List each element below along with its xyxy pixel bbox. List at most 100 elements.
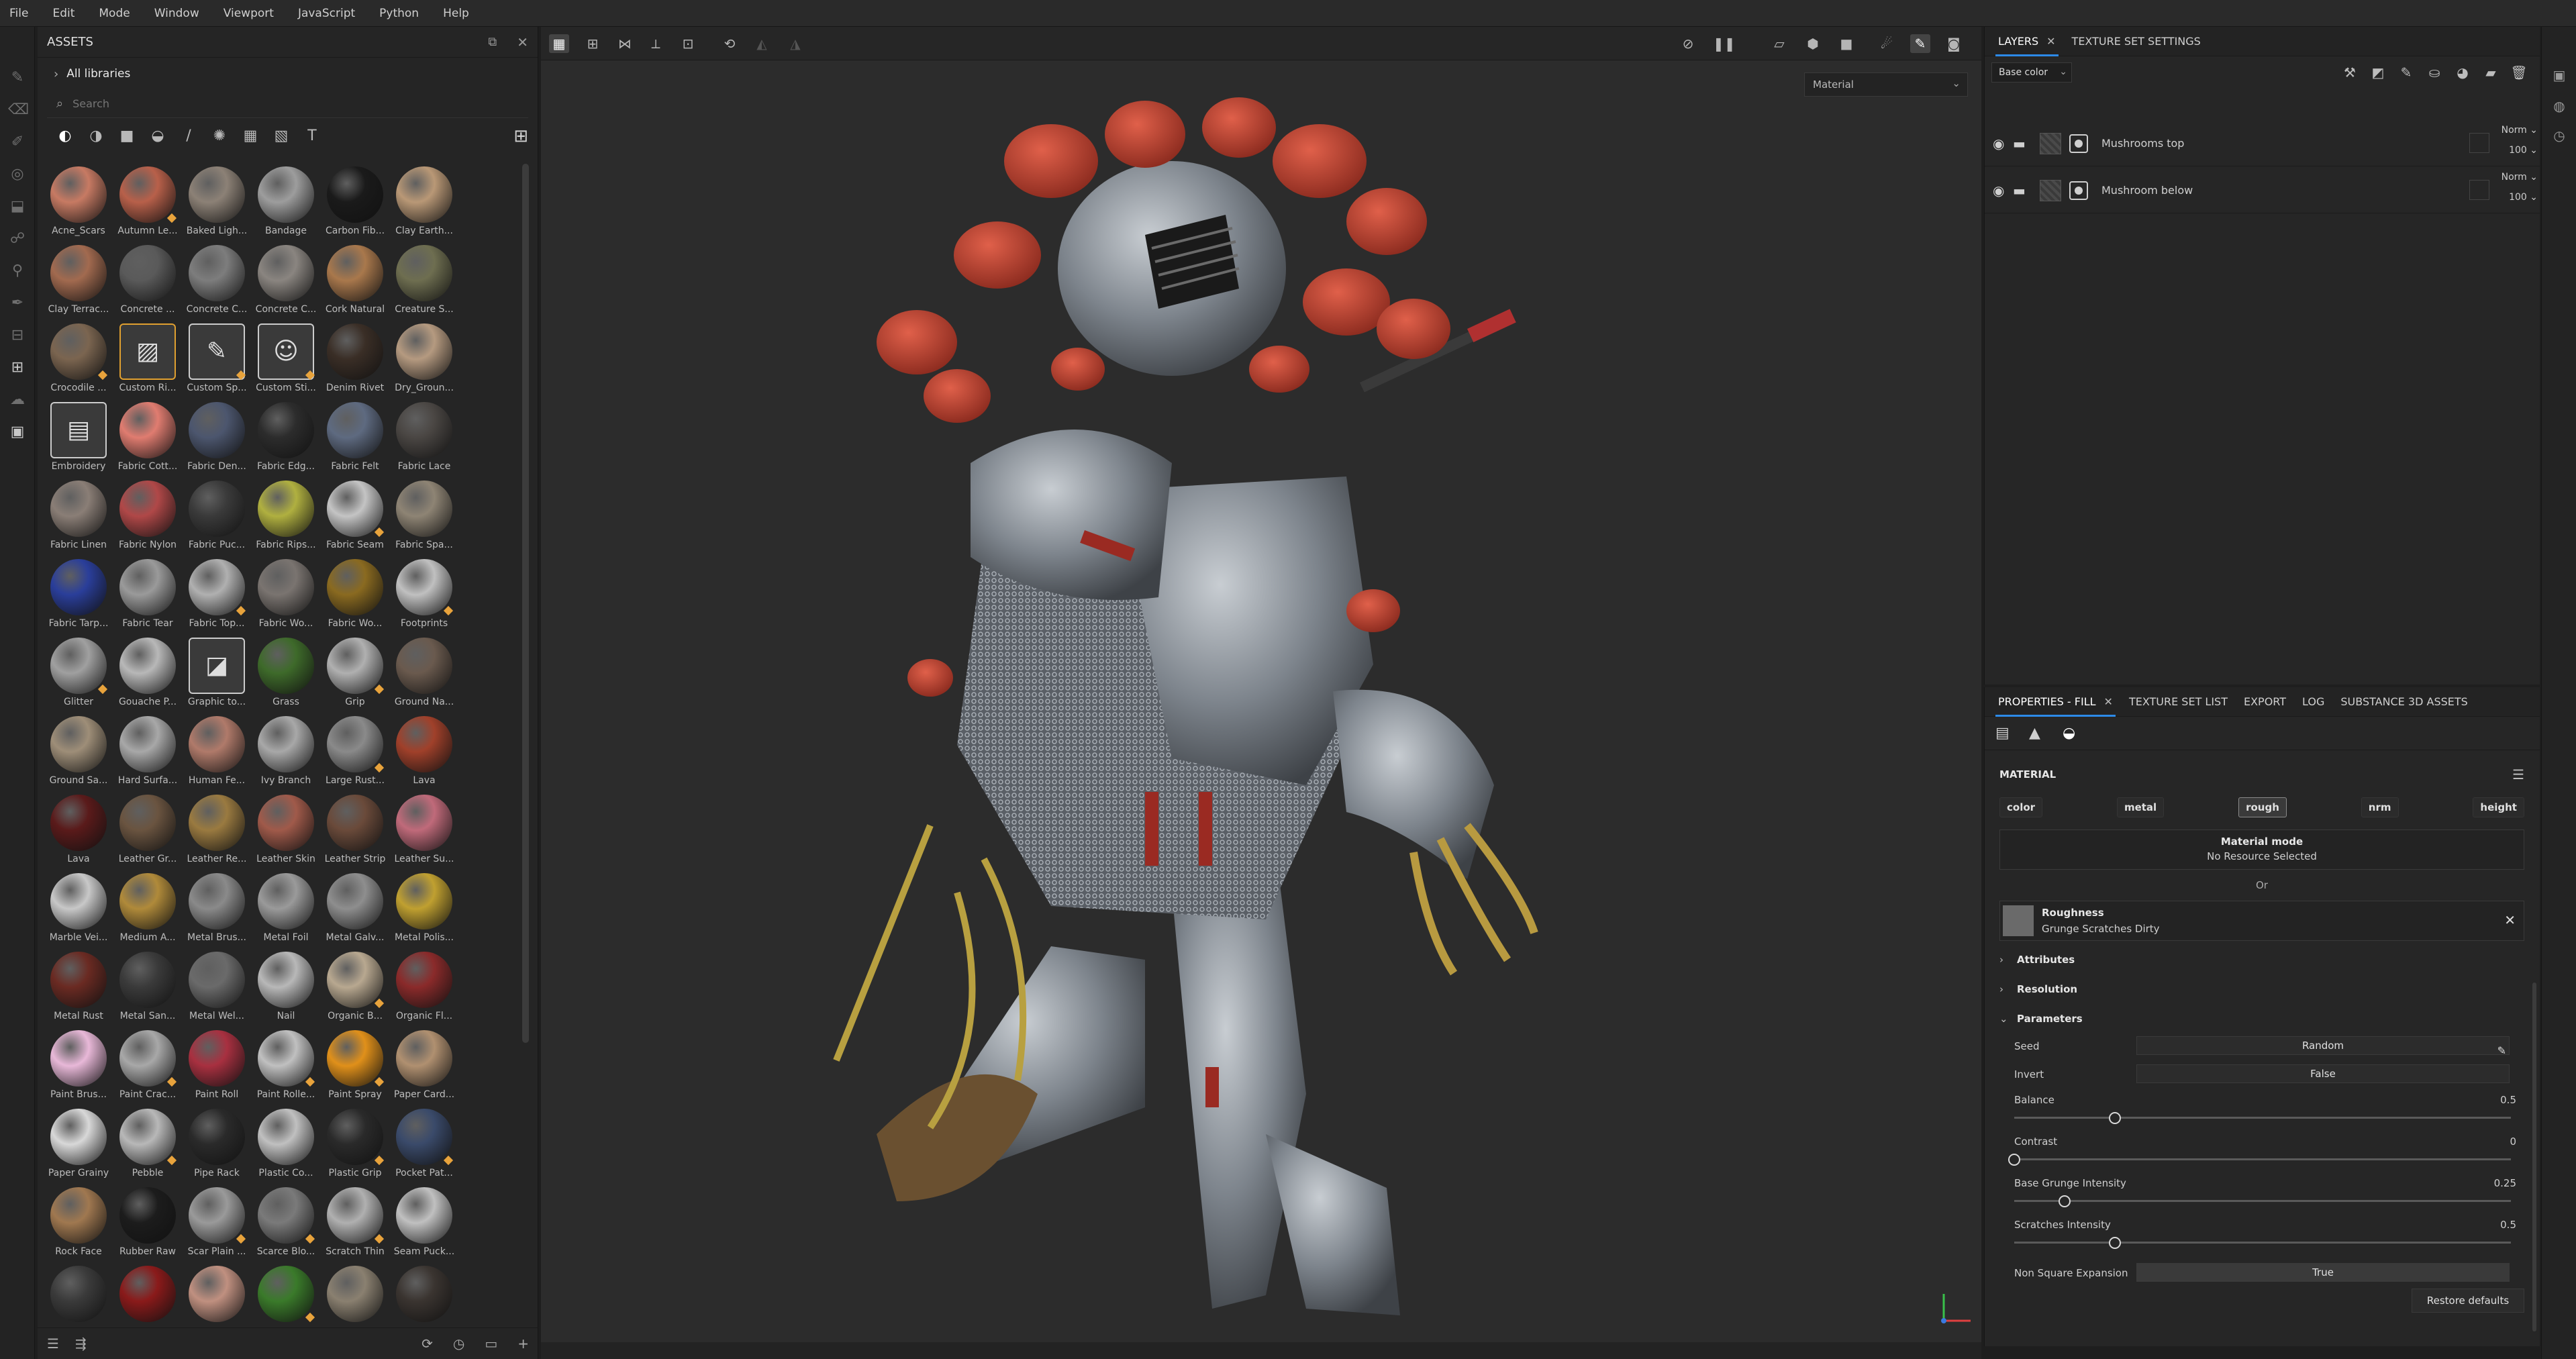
restore-defaults-button[interactable]: Restore defaults [2412, 1289, 2524, 1313]
asset-tile[interactable]: Rubber Raw [113, 1185, 182, 1262]
properties-scrollbar[interactable] [2532, 983, 2536, 1331]
asset-tile[interactable]: Acne_Scars [44, 164, 113, 242]
projection-icon[interactable]: ✐ [8, 133, 27, 152]
search-input[interactable] [72, 97, 476, 110]
asset-tile[interactable]: Ivy Branch [252, 713, 320, 791]
channel-rough-button[interactable]: rough [2238, 797, 2287, 817]
layout-grid-icon[interactable]: ⊞ [583, 34, 603, 53]
layout-single-icon[interactable]: ▦ [549, 34, 569, 53]
asset-tile[interactable]: ▤ Embroidery [44, 399, 113, 477]
viewport[interactable]: ▦ ⊞ ⋈ ⟂ ⊡ ⟲ ◭ ◮ ⊘ ❚❚ ▱ ⬢ ■ ☄ ✎ ◙ Materia… [541, 27, 1981, 1342]
frame-icon[interactable]: ⊡ [678, 34, 698, 53]
add-effect-icon[interactable]: ⚒ [2336, 64, 2364, 81]
layer-blend-mode[interactable]: Norm ⌄ [2500, 172, 2538, 183]
asset-tile[interactable]: Fabric Wo... [252, 556, 320, 634]
asset-tile[interactable]: Plastic Co... [252, 1106, 320, 1184]
layers-panel-icon[interactable]: ▣ [2550, 67, 2569, 86]
geometry-mask-icon[interactable]: ◎ [8, 165, 27, 184]
clone-icon[interactable]: ⚲ [8, 262, 27, 281]
asset-tile[interactable]: Fabric Lace [390, 399, 458, 477]
layer-color-swatch[interactable] [2469, 180, 2489, 200]
asset-tile[interactable]: ✎ Custom Sp... [183, 321, 251, 399]
menu-file[interactable]: File [9, 7, 28, 20]
asset-tile[interactable]: Creature S... [390, 242, 458, 320]
asset-tile[interactable]: Clay Terrac... [44, 242, 113, 320]
asset-tile[interactable]: Baked Ligh... [183, 164, 251, 242]
asset-tile[interactable]: Concrete C... [183, 242, 251, 320]
close-icon[interactable]: ✕ [2504, 912, 2516, 928]
history-icon[interactable]: ◷ [2550, 128, 2569, 146]
tab-substance-3d-assets[interactable]: SUBSTANCE 3D ASSETS [2332, 695, 2475, 716]
asset-tile[interactable]: Human Fe... [183, 713, 251, 791]
add-fill-layer-icon[interactable]: ⛀ [2420, 64, 2448, 81]
mask-icon[interactable] [2069, 134, 2088, 153]
slider-track[interactable] [2014, 1117, 2511, 1119]
mirror-icon[interactable]: ⟂ [646, 34, 666, 53]
asset-tile[interactable]: Fabric Rips... [252, 478, 320, 556]
slider-handle[interactable] [2059, 1195, 2071, 1207]
chevron-right-icon[interactable]: › [54, 67, 58, 81]
asset-tile[interactable]: Autumn Le... [113, 164, 182, 242]
asset-tile[interactable]: Crocodile ... [44, 321, 113, 399]
asset-tile[interactable]: Leather Re... [183, 792, 251, 870]
asset-tile[interactable]: Leather Gr... [113, 792, 182, 870]
asset-tile[interactable]: Bandage [252, 164, 320, 242]
paste-icon[interactable]: ▣ [8, 423, 27, 442]
layer-opacity[interactable]: 100 ⌄ [2500, 192, 2538, 203]
asset-tile[interactable]: Grass [252, 635, 320, 713]
import-icon[interactable]: ▭ [485, 1336, 497, 1352]
asset-tile[interactable]: Dry_Groun... [390, 321, 458, 399]
polygon-fill-icon[interactable]: ⬓ [8, 197, 27, 216]
asset-tile[interactable]: Rock Face [44, 1185, 113, 1262]
bake-icon[interactable]: ⊞ [8, 358, 27, 377]
slider-track[interactable] [2014, 1242, 2511, 1244]
asset-tile[interactable]: Scratch Thin [321, 1185, 389, 1262]
tab-export[interactable]: EXPORT [2236, 695, 2294, 716]
asset-tile[interactable]: ◪ Graphic to... [183, 635, 251, 713]
mask-icon[interactable] [2069, 181, 2088, 200]
non-square-expansion-toggle[interactable]: True [2136, 1263, 2510, 1282]
asset-tile[interactable]: Concrete ... [113, 242, 182, 320]
channel-height-button[interactable]: height [2473, 797, 2524, 817]
filter-brushes-icon[interactable]: / [173, 124, 204, 148]
asset-tile[interactable]: Glitter [44, 635, 113, 713]
asset-tile[interactable]: Footprints [390, 556, 458, 634]
layer-row[interactable]: ◉ ▬ Mushrooms top Norm ⌄ 100 ⌄ [1985, 121, 2540, 166]
invert-toggle[interactable]: False [2136, 1064, 2510, 1083]
slider-handle[interactable] [2109, 1237, 2121, 1249]
smudge-icon[interactable]: ☍ [8, 230, 27, 248]
asset-tile[interactable]: Denim Rivet [321, 321, 389, 399]
screenshot-icon[interactable]: ◙ [1944, 34, 1964, 53]
menu-window[interactable]: Window [154, 7, 199, 20]
cloud-icon[interactable]: ☁ [8, 391, 27, 409]
color-picker-icon[interactable]: ✒ [8, 294, 27, 313]
asset-tile[interactable]: Large Rust... [321, 713, 389, 791]
filter-particles-icon[interactable]: ✺ [204, 124, 235, 148]
asset-tile[interactable]: Fabric Cott... [113, 399, 182, 477]
sort-icon[interactable]: ⇶ [75, 1336, 87, 1352]
asset-tile[interactable]: Organic Fl... [390, 949, 458, 1027]
menu-mode[interactable]: Mode [99, 7, 130, 20]
asset-tile[interactable]: Fabric Felt [321, 399, 389, 477]
slider-handle[interactable] [2008, 1154, 2020, 1166]
camera-icon[interactable]: ■ [1836, 34, 1856, 53]
tab-log[interactable]: LOG [2294, 695, 2332, 716]
slider-value[interactable]: 0.5 [2500, 1219, 2516, 1231]
asset-tile[interactable]: Metal Brus... [183, 870, 251, 948]
visibility-eye-icon[interactable]: ◉ [1993, 183, 2013, 199]
visibility-eye-icon[interactable]: ◉ [1993, 136, 2013, 152]
asset-tile[interactable]: Metal Foil [252, 870, 320, 948]
asset-tile[interactable]: Paper Card... [390, 1027, 458, 1105]
sync-icon[interactable]: ⟳ [422, 1336, 433, 1352]
slider-track[interactable] [2014, 1158, 2511, 1160]
asset-tile[interactable]: Leather Strip [321, 792, 389, 870]
grid-view-icon[interactable]: ⊞ [513, 126, 528, 146]
asset-tile[interactable]: Plastic Grip [321, 1106, 389, 1184]
selection-mode-icon[interactable]: ▱ [1769, 34, 1789, 53]
asset-tile[interactable]: Fabric Nylon [113, 478, 182, 556]
slider-value[interactable]: 0.25 [2494, 1177, 2516, 1189]
asset-tile[interactable]: Fabric Tear [113, 556, 182, 634]
asset-tile[interactable]: Fabric Seam [321, 478, 389, 556]
asset-tile[interactable]: Paint Crac... [113, 1027, 182, 1105]
asset-tile[interactable]: Fabric Puc... [183, 478, 251, 556]
